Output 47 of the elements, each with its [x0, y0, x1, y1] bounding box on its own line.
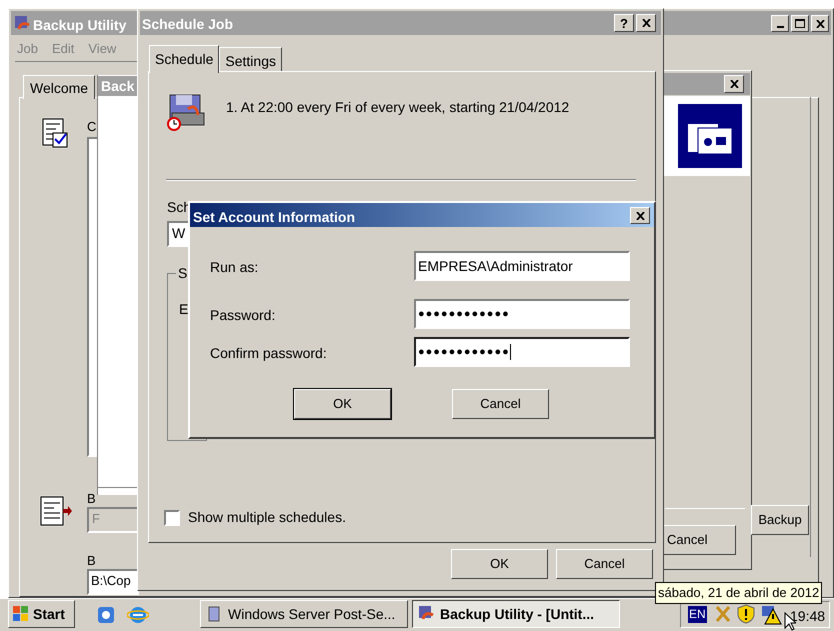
cancel-button[interactable]: Cancel — [452, 389, 549, 419]
password-field[interactable]: ●●●●●●●●●●●● — [414, 337, 630, 367]
password-field[interactable]: ●●●●●●●●●●●● — [414, 299, 630, 329]
tape-cartridge-icon — [678, 104, 742, 168]
help-button[interactable]: ? — [614, 14, 634, 32]
network-warning-icon[interactable] — [760, 603, 782, 625]
tab[interactable]: Settings — [219, 47, 282, 71]
maximize-button[interactable] — [791, 15, 809, 32]
taskbar-button[interactable]: Windows Server Post-Se... — [200, 600, 408, 628]
cancel-button[interactable]: Cancel — [556, 549, 653, 579]
tab[interactable]: Welcome — [23, 75, 96, 99]
option-label: B — [87, 552, 96, 570]
ok-button[interactable]: OK — [294, 389, 391, 419]
field-label: Run as: — [210, 258, 258, 277]
window-title: Backup Utility — [33, 16, 126, 35]
close-button[interactable] — [811, 15, 829, 32]
backup-button[interactable]: Backup — [751, 505, 809, 535]
start-button[interactable]: Start — [8, 600, 75, 628]
shield-warning-icon[interactable] — [737, 604, 755, 624]
close-icon — [636, 212, 644, 220]
checkbox[interactable] — [164, 510, 180, 526]
tab[interactable]: Schedule — [149, 45, 220, 73]
date-tooltip: sábado, 21 de abril de 2012 — [655, 582, 822, 604]
language-indicator[interactable]: EN — [688, 606, 707, 623]
option-label: C — [87, 118, 96, 136]
taskbar-button[interactable]: Backup Utility - [Untit... — [412, 600, 620, 628]
schedule-summary: 1. At 22:00 every Fri of every week, starting 21/04/2012 — [226, 98, 570, 117]
close-button[interactable] — [636, 14, 656, 32]
close-button[interactable] — [630, 207, 650, 224]
windows-logo-icon — [12, 605, 30, 623]
browser-icon[interactable] — [127, 605, 149, 625]
text-field[interactable]: B:\Cop — [87, 569, 139, 595]
clock: 19:48 — [790, 607, 826, 626]
option-label: E — [179, 300, 188, 319]
window-title: Schedule Job — [142, 15, 234, 34]
close-icon — [816, 20, 824, 28]
option-label: B — [87, 490, 96, 508]
field-label: Confirm password: — [210, 344, 327, 363]
checkbox-label: Show multiple schedules. — [188, 508, 346, 527]
desktop-shortcut-icon[interactable] — [97, 605, 117, 625]
close-icon — [730, 80, 738, 88]
close-button[interactable] — [724, 75, 744, 93]
text-field[interactable]: EMPRESA\Administrator — [414, 251, 630, 281]
ok-button[interactable]: OK — [451, 549, 548, 579]
minimize-button[interactable] — [771, 15, 789, 32]
field-label: Password: — [210, 306, 276, 325]
close-icon — [642, 19, 650, 27]
